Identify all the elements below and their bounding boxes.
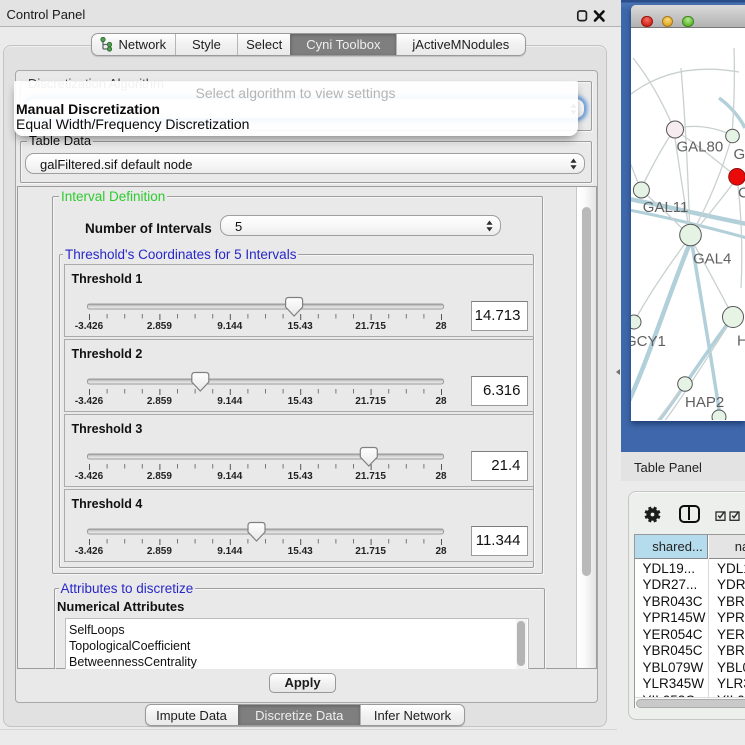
svg-text:GAL80: GAL80 — [677, 139, 724, 156]
svg-text:GA: GA — [734, 146, 745, 163]
svg-text:GAL11: GAL11 — [643, 199, 689, 216]
svg-text:H: H — [737, 333, 745, 350]
svg-text:C: C — [738, 185, 745, 202]
svg-text:GCY1: GCY1 — [631, 333, 666, 350]
svg-text:GAL4: GAL4 — [693, 251, 731, 268]
svg-text:HAP2: HAP2 — [685, 394, 724, 411]
